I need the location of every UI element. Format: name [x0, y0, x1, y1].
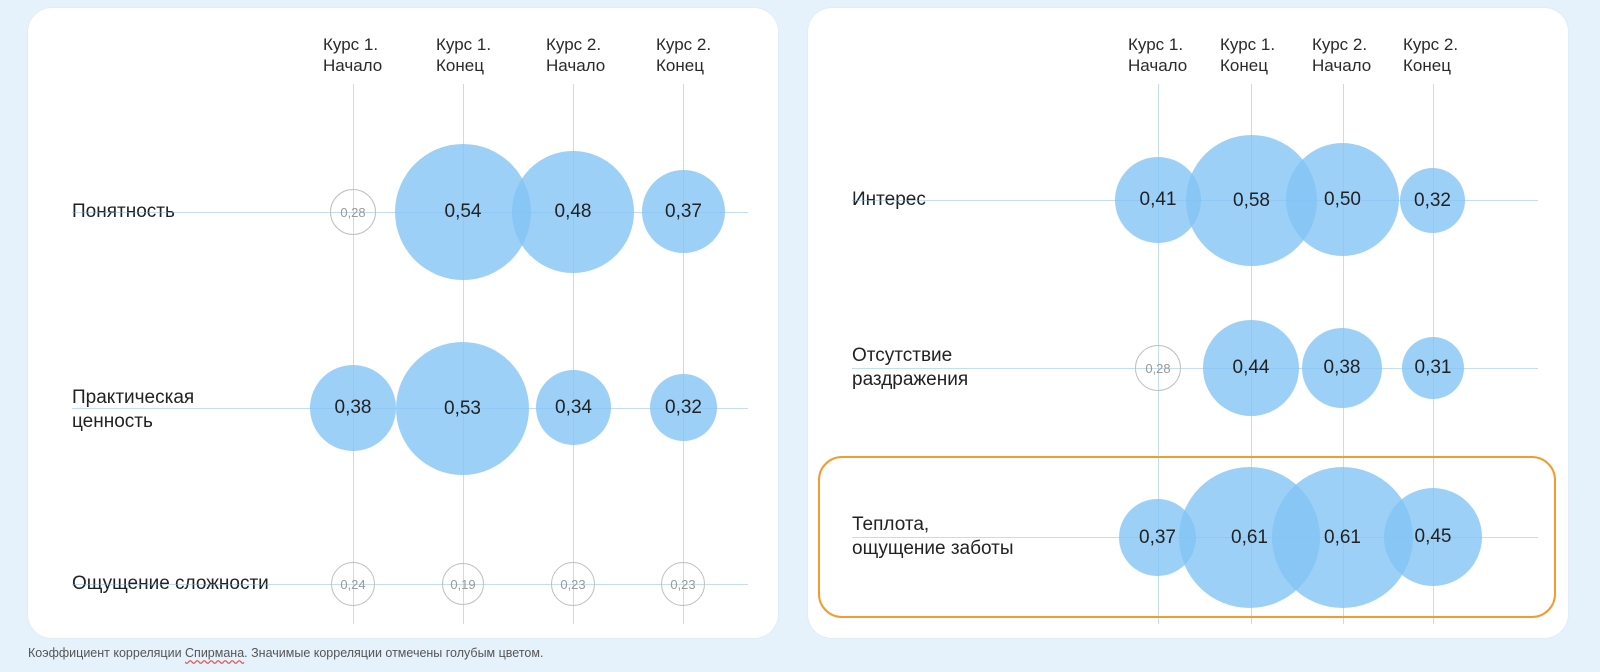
bubble-value: 0,37 — [1139, 527, 1176, 549]
bubble-value: 0,38 — [1324, 357, 1361, 379]
caption-underlined-word: Спирмана — [185, 646, 244, 660]
bubble-value: 0,61 — [1324, 527, 1361, 549]
bubble-value: 0,24 — [340, 577, 365, 592]
bubble-value: 0,34 — [555, 397, 592, 419]
panel-right: Курс 1. Начало Курс 1. Конец Курс 2. Нач… — [808, 8, 1568, 638]
bubble-value: 0,45 — [1415, 526, 1452, 548]
bubble-value: 0,38 — [335, 397, 372, 419]
row-label: Практическая ценность — [72, 386, 322, 434]
bubble: 0,48 — [512, 151, 634, 273]
bubble-value: 0,23 — [670, 577, 695, 592]
bubble-value: 0,53 — [444, 398, 481, 420]
grid-row-line — [72, 584, 748, 585]
bubble: 0,32 — [1400, 168, 1465, 233]
bubble-value: 0,28 — [340, 205, 365, 220]
col-head-2: Курс 1. Конец — [436, 34, 546, 77]
bubble: 0,50 — [1286, 143, 1399, 256]
bubble: 0,44 — [1203, 320, 1299, 416]
bubble: 0,45 — [1384, 488, 1482, 586]
bubble-value: 0,54 — [445, 201, 482, 223]
bubble-value: 0,28 — [1145, 361, 1170, 376]
panel-left: Курс 1. Начало Курс 1. Конец Курс 2. Нач… — [28, 8, 778, 638]
bubble-value: 0,50 — [1324, 189, 1361, 211]
bubble: 0,32 — [650, 374, 717, 441]
col-head-4: Курс 2. Конец — [1403, 34, 1513, 77]
col-head-4: Курс 2. Конец — [656, 34, 766, 77]
bubble-value: 0,41 — [1140, 189, 1177, 211]
bubble-value: 0,48 — [555, 201, 592, 223]
caption-part-b: . Значимые корреляции отмечены голубым ц… — [244, 646, 543, 660]
bubble-value: 0,32 — [1414, 190, 1451, 212]
bubble: 0,54 — [395, 144, 531, 280]
col-head-3: Курс 2. Начало — [546, 34, 656, 77]
grid-col-line — [683, 84, 684, 624]
bubble: 0,34 — [536, 370, 611, 445]
grid-col-line — [353, 84, 354, 624]
bubble-value: 0,44 — [1233, 357, 1270, 379]
bubble: 0,53 — [396, 342, 529, 475]
bubble: 0,38 — [310, 365, 396, 451]
bubble-value: 0,37 — [665, 201, 702, 223]
bubble: 0,28 — [330, 189, 376, 235]
caption-part-a: Коэффициент корреляции — [28, 646, 185, 660]
bubble: 0,38 — [1302, 328, 1382, 408]
bubble-value: 0,58 — [1233, 190, 1270, 212]
bubble: 0,28 — [1135, 345, 1181, 391]
canvas: Курс 1. Начало Курс 1. Конец Курс 2. Нач… — [0, 0, 1600, 672]
bubble-value: 0,23 — [560, 577, 585, 592]
bubble: 0,19 — [442, 563, 484, 605]
bubble-value: 0,19 — [450, 577, 475, 592]
bubble: 0,24 — [331, 562, 375, 606]
bubble-value: 0,31 — [1415, 357, 1452, 379]
bubble: 0,23 — [551, 562, 595, 606]
bubble: 0,31 — [1402, 337, 1464, 399]
bubble: 0,37 — [642, 170, 725, 253]
bubble-value: 0,61 — [1231, 527, 1268, 549]
col-head-1: Курс 1. Начало — [323, 34, 433, 77]
bubble: 0,23 — [661, 562, 705, 606]
caption: Коэффициент корреляции Спирмана. Значимы… — [28, 646, 543, 660]
bubble-value: 0,32 — [665, 397, 702, 419]
